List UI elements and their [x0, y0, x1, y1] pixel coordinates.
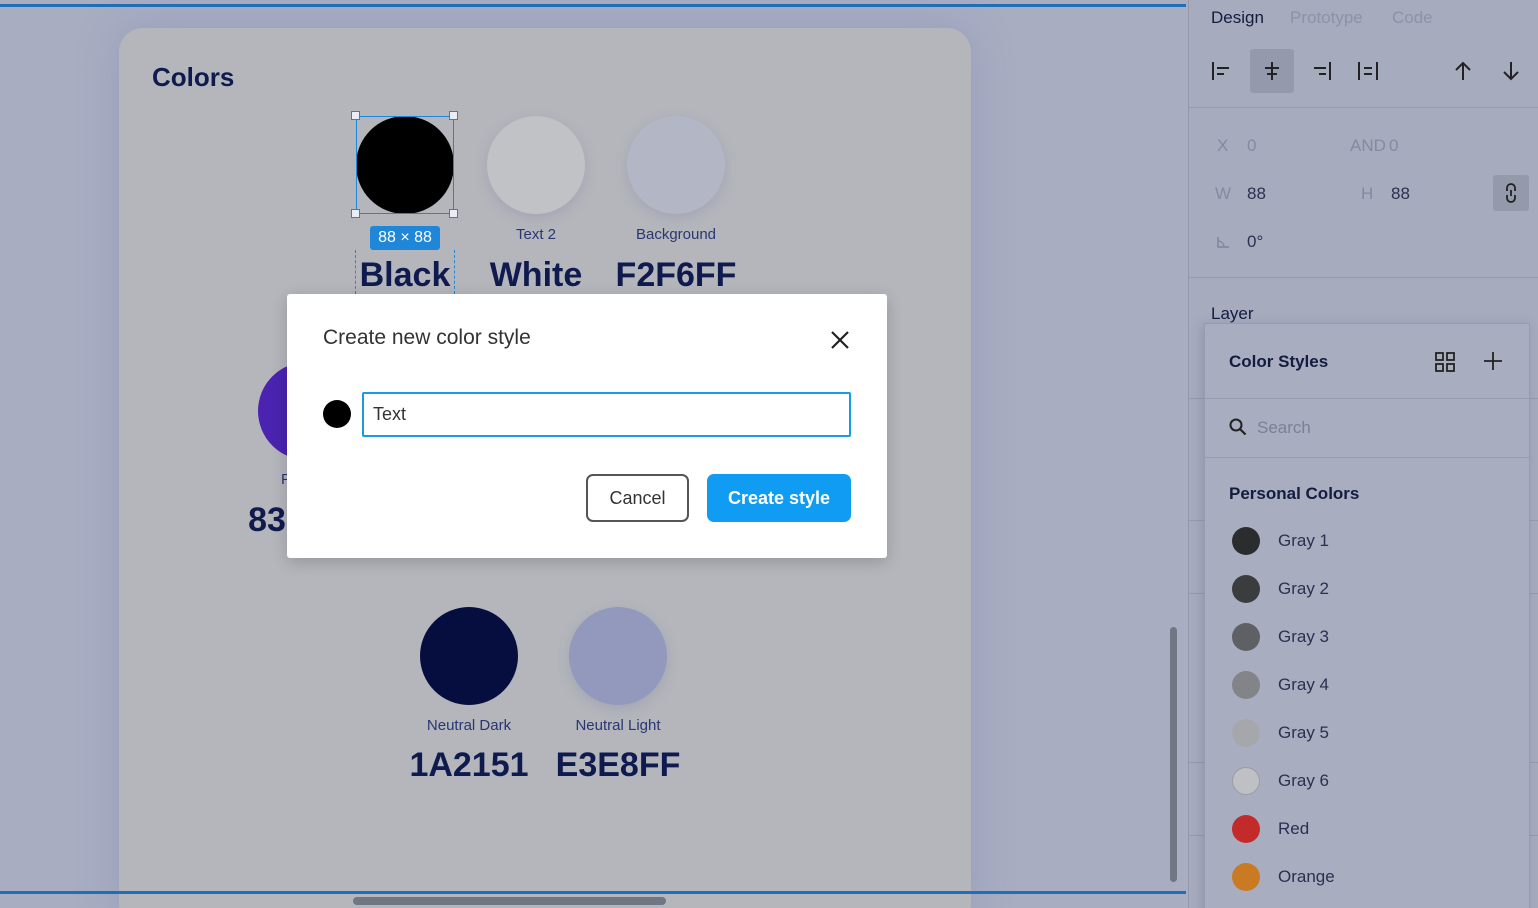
resize-handle[interactable]	[449, 111, 458, 120]
swatch-value: F2F6FF	[615, 256, 737, 294]
size-badge: 88 × 88	[370, 226, 440, 250]
color-style-item[interactable]: Gray 3	[1229, 617, 1509, 657]
color-dot	[1232, 671, 1260, 699]
selection-guide	[355, 250, 455, 294]
w-value[interactable]: 88	[1247, 184, 1266, 204]
color-dot	[1232, 527, 1260, 555]
color-style-name: Orange	[1278, 867, 1335, 886]
color-dot	[1232, 719, 1260, 747]
color-style-item[interactable]: Gray 6	[1229, 761, 1509, 801]
swatch-label: Background	[635, 226, 717, 243]
close-icon[interactable]	[827, 327, 853, 353]
dialog-title: Create new color style	[323, 326, 531, 349]
tab-prototype[interactable]: Prototype	[1290, 8, 1363, 28]
align-left-icon[interactable]	[1200, 49, 1244, 93]
color-preview-dot[interactable]	[323, 400, 351, 428]
create-style-button[interactable]: Create style	[707, 474, 851, 522]
color-dot	[1232, 863, 1260, 891]
vertical-scrollbar[interactable]	[1170, 627, 1177, 882]
divider	[1189, 277, 1538, 278]
resize-handle[interactable]	[449, 209, 458, 218]
distribute-horizontal-icon[interactable]	[1346, 49, 1390, 93]
arrow-down-icon[interactable]	[1489, 49, 1533, 93]
swatch-value: E3E8FF	[555, 746, 681, 784]
color-dot	[1232, 767, 1260, 795]
color-style-item[interactable]: Gray 1	[1229, 521, 1509, 561]
align-center-icon[interactable]	[1250, 49, 1294, 93]
resize-handle[interactable]	[351, 209, 360, 218]
tab-design[interactable]: Design	[1211, 8, 1264, 28]
rotation-value[interactable]: 0°	[1247, 232, 1263, 252]
y-value[interactable]: 0	[1389, 136, 1398, 156]
color-style-item[interactable]: Red	[1229, 809, 1509, 849]
design-canvas[interactable]: Colors Text 2 Background Black White F2F…	[0, 0, 1188, 908]
x-value[interactable]: 0	[1247, 136, 1256, 156]
swatch-background[interactable]	[627, 116, 725, 214]
color-style-item[interactable]: Gray 4	[1229, 665, 1509, 705]
resize-handle[interactable]	[351, 111, 360, 120]
swatch-white[interactable]	[487, 116, 585, 214]
color-style-name: Gray 5	[1278, 723, 1330, 742]
color-style-item[interactable]: Gray 5	[1229, 713, 1509, 753]
swatch-neutral-dark[interactable]	[420, 607, 518, 705]
style-search-input[interactable]	[1257, 416, 1497, 440]
divider	[1189, 107, 1538, 108]
swatch-label: Neutral Dark	[426, 717, 512, 734]
rotation-icon	[1216, 234, 1232, 255]
h-value[interactable]: 88	[1391, 184, 1410, 204]
divider	[1205, 457, 1529, 458]
color-styles-popover: Color Styles Personal Colors Gray 1 Gray…	[1204, 323, 1530, 908]
divider	[1205, 398, 1529, 399]
color-style-item[interactable]: Orange	[1229, 857, 1509, 897]
add-style-icon[interactable]	[1481, 349, 1505, 373]
cancel-button[interactable]: Cancel	[586, 474, 689, 522]
style-name-input[interactable]	[362, 392, 851, 437]
constrain-proportions-icon[interactable]	[1493, 175, 1529, 211]
color-style-name: Gray 6	[1278, 771, 1330, 790]
frame-title: Colors	[152, 62, 235, 92]
guide-line	[0, 4, 1186, 7]
color-dot	[1232, 623, 1260, 651]
search-icon	[1229, 418, 1247, 436]
color-style-name: Gray 2	[1278, 579, 1330, 598]
color-dot	[1232, 575, 1260, 603]
color-style-name: Red	[1278, 819, 1310, 838]
x-label: X	[1217, 136, 1229, 155]
color-styles-title: Color Styles	[1229, 352, 1329, 371]
color-style-item[interactable]: Gray 2	[1229, 569, 1509, 609]
w-label: W	[1215, 184, 1232, 203]
create-color-style-dialog: Create new color style Cancel Create sty…	[287, 294, 887, 558]
swatch-neutral-light[interactable]	[569, 607, 667, 705]
color-dot	[1232, 815, 1260, 843]
color-style-name: Gray 4	[1278, 675, 1330, 694]
color-style-name: Gray 3	[1278, 627, 1330, 646]
selection-box[interactable]	[356, 116, 454, 214]
h-label: H	[1361, 184, 1374, 203]
tab-code[interactable]: Code	[1392, 8, 1433, 28]
color-style-name: Gray 1	[1278, 531, 1330, 550]
guide-line	[0, 891, 1186, 894]
grid-view-icon[interactable]	[1433, 350, 1457, 374]
style-group-title: Personal Colors	[1229, 484, 1360, 503]
swatch-label: Neutral Light	[575, 717, 661, 734]
horizontal-scrollbar[interactable]	[353, 897, 666, 905]
y-label: AND	[1350, 136, 1386, 155]
swatch-label: Text 2	[515, 226, 557, 243]
align-right-icon[interactable]	[1299, 49, 1343, 93]
layer-section-title: Layer	[1211, 304, 1254, 323]
arrow-up-icon[interactable]	[1441, 49, 1485, 93]
